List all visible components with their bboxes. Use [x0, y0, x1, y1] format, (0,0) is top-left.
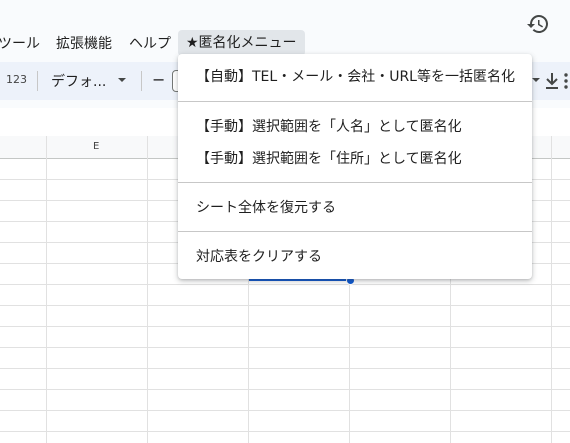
gridline — [0, 347, 570, 348]
menu-item-label: 対応表をクリアする — [196, 249, 322, 265]
gridline — [0, 431, 570, 432]
column-header-e[interactable]: E — [93, 141, 99, 152]
gridline — [0, 368, 570, 369]
number-format-button[interactable]: 123 — [6, 73, 27, 86]
gridline — [0, 326, 570, 327]
gridline — [46, 136, 47, 443]
menu-anonymize[interactable]: ★匿名化メニュー — [178, 30, 305, 56]
anonymize-dropdown-menu: 【自動】TEL・メール・会社・URL等を一括匿名化 【手動】選択範囲を「人名」と… — [178, 54, 532, 279]
menu-item-label: 【自動】TEL・メール・会社・URL等を一括匿名化 — [196, 69, 515, 85]
menu-item-label: 【手動】選択範囲を「住所」として匿名化 — [196, 151, 462, 167]
toolbar-divider — [141, 71, 142, 91]
more-vertical-icon[interactable] — [562, 72, 570, 90]
menu-item-auto-anonymize[interactable]: 【自動】TEL・メール・会社・URL等を一括匿名化 — [178, 60, 532, 90]
gridline — [147, 136, 148, 443]
menu-tools[interactable]: ツール — [0, 33, 40, 53]
version-history-icon[interactable] — [526, 12, 550, 36]
menu-extensions[interactable]: 拡張機能 — [56, 33, 112, 53]
download-icon[interactable] — [543, 71, 561, 91]
font-family-select[interactable]: デフォ... — [51, 71, 106, 91]
decrease-font-size-button[interactable]: − — [152, 70, 165, 89]
gridline — [0, 389, 570, 390]
menu-item-label: シート全体を復元する — [196, 200, 336, 216]
menu-item-anonymize-person[interactable]: 【手動】選択範囲を「人名」として匿名化 — [178, 110, 532, 140]
chevron-down-icon[interactable] — [117, 75, 127, 85]
selection-border — [249, 279, 350, 281]
toolbar-divider — [37, 71, 38, 91]
menu-item-anonymize-address[interactable]: 【手動】選択範囲を「住所」として匿名化 — [178, 142, 532, 172]
menu-divider — [178, 231, 532, 232]
menu-item-label: 【手動】選択範囲を「人名」として匿名化 — [196, 119, 462, 135]
gridline — [0, 305, 570, 306]
menu-divider — [178, 101, 532, 102]
gridline — [0, 284, 570, 285]
menu-divider — [178, 182, 532, 183]
chevron-down-icon[interactable] — [532, 75, 540, 85]
menu-help[interactable]: ヘルプ — [129, 33, 171, 53]
gridline — [551, 136, 552, 443]
gridline — [0, 410, 570, 411]
menu-item-clear-mapping[interactable]: 対応表をクリアする — [178, 240, 532, 270]
menu-item-restore-sheet[interactable]: シート全体を復元する — [178, 191, 532, 221]
